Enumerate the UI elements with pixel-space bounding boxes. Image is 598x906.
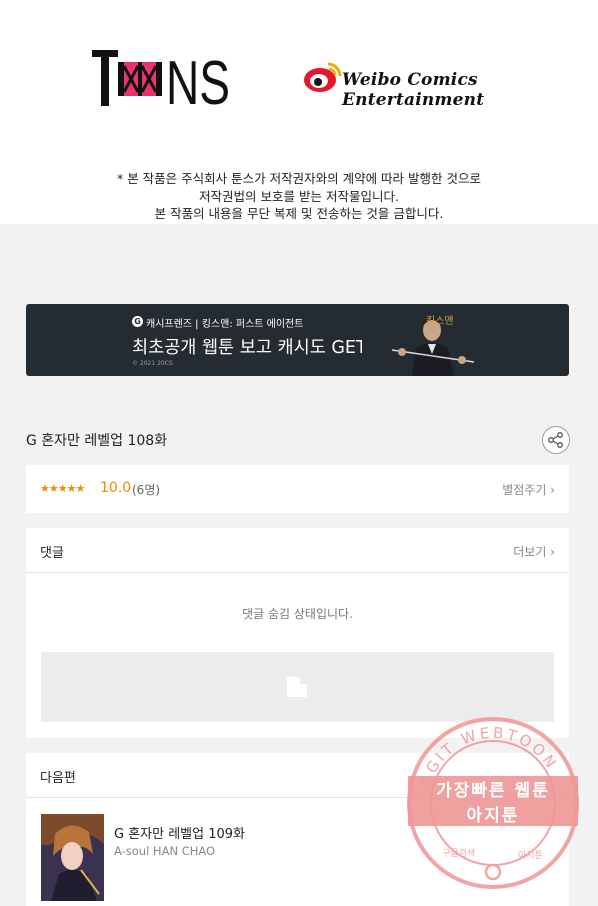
comments-hidden-message: 댓글 숨김 상태입니다. [242,607,353,621]
rate-button[interactable]: 별점주기 › [502,481,555,498]
banner-headline: 최초공개 웹툰 보고 캐시도 GET! [132,338,374,358]
copyright-notice: * 본 작품은 주식회사 툰스가 저작권자와의 계약에 따라 발행한 것으로 저… [0,170,598,223]
comments-header: 댓글 더보기 › [26,528,569,573]
next-episode-author: A-soul HAN CHAO [114,844,216,858]
rating-count: (6명) [132,483,161,497]
watermark-line1: 가장빠른 웹툰 [436,781,550,801]
notice-line: 저작권법의 보호를 받는 저작물입니다. [199,188,399,204]
weibo-logo-text: Weibo Comics Entertainment [342,70,485,110]
notice-line: * 본 작품은 주식회사 툰스가 저작권자와의 계약에 따라 발행한 것으로 [116,171,481,186]
thumbnail-image [41,814,104,901]
rating-card: ★★★★★ 10.0 (6명) 별점주기 › [26,465,569,513]
notice-line: 본 작품의 내용을 무단 복제 및 전송하는 것을 금합니다. [154,206,444,221]
comments-title: 댓글 [40,546,64,561]
rating-score: 10.0 [100,480,132,496]
watermark-bottom-right: 아지툰 [518,850,543,861]
placeholder-image-icon [287,677,307,697]
banner-subtitle: 캐시프렌즈 | 킹스맨: 퍼스트 에이전트 [146,319,304,330]
comments-card: 댓글 더보기 › 댓글 숨김 상태입니다. [26,528,569,738]
share-button[interactable] [542,426,570,454]
next-episode-section-title: 다음편 [40,771,76,786]
next-episode-thumbnail[interactable] [41,814,104,901]
banner-movie-tag: 킹스맨 [426,316,454,327]
google-icon [484,863,502,881]
ad-placeholder [41,652,554,722]
banner-copyright: © 2021 20CS [132,360,173,367]
header-area: NS Weibo Comics Entertainment * 본 작품은 주식… [0,0,598,224]
episode-title: G 혼자만 레벨업 108화 [26,433,168,449]
share-icon [548,432,563,448]
toons-logo: NS [92,49,230,110]
watermark-bottom-left: 구글검색 [442,847,475,859]
svg-text:NS: NS [166,49,230,110]
cash-friends-icon: G [132,316,143,327]
next-episode-title[interactable]: G 혼자만 레벨업 109화 [114,823,245,842]
comments-more-link[interactable]: 더보기 › [513,543,555,560]
watermark-line2: 아지툰 [466,806,520,826]
rating-stars: ★★★★★ [40,482,85,495]
promo-banner[interactable]: G 캐시프렌즈 | 킹스맨: 퍼스트 에이전트 최초공개 웹툰 보고 캐시도 G… [26,304,569,376]
